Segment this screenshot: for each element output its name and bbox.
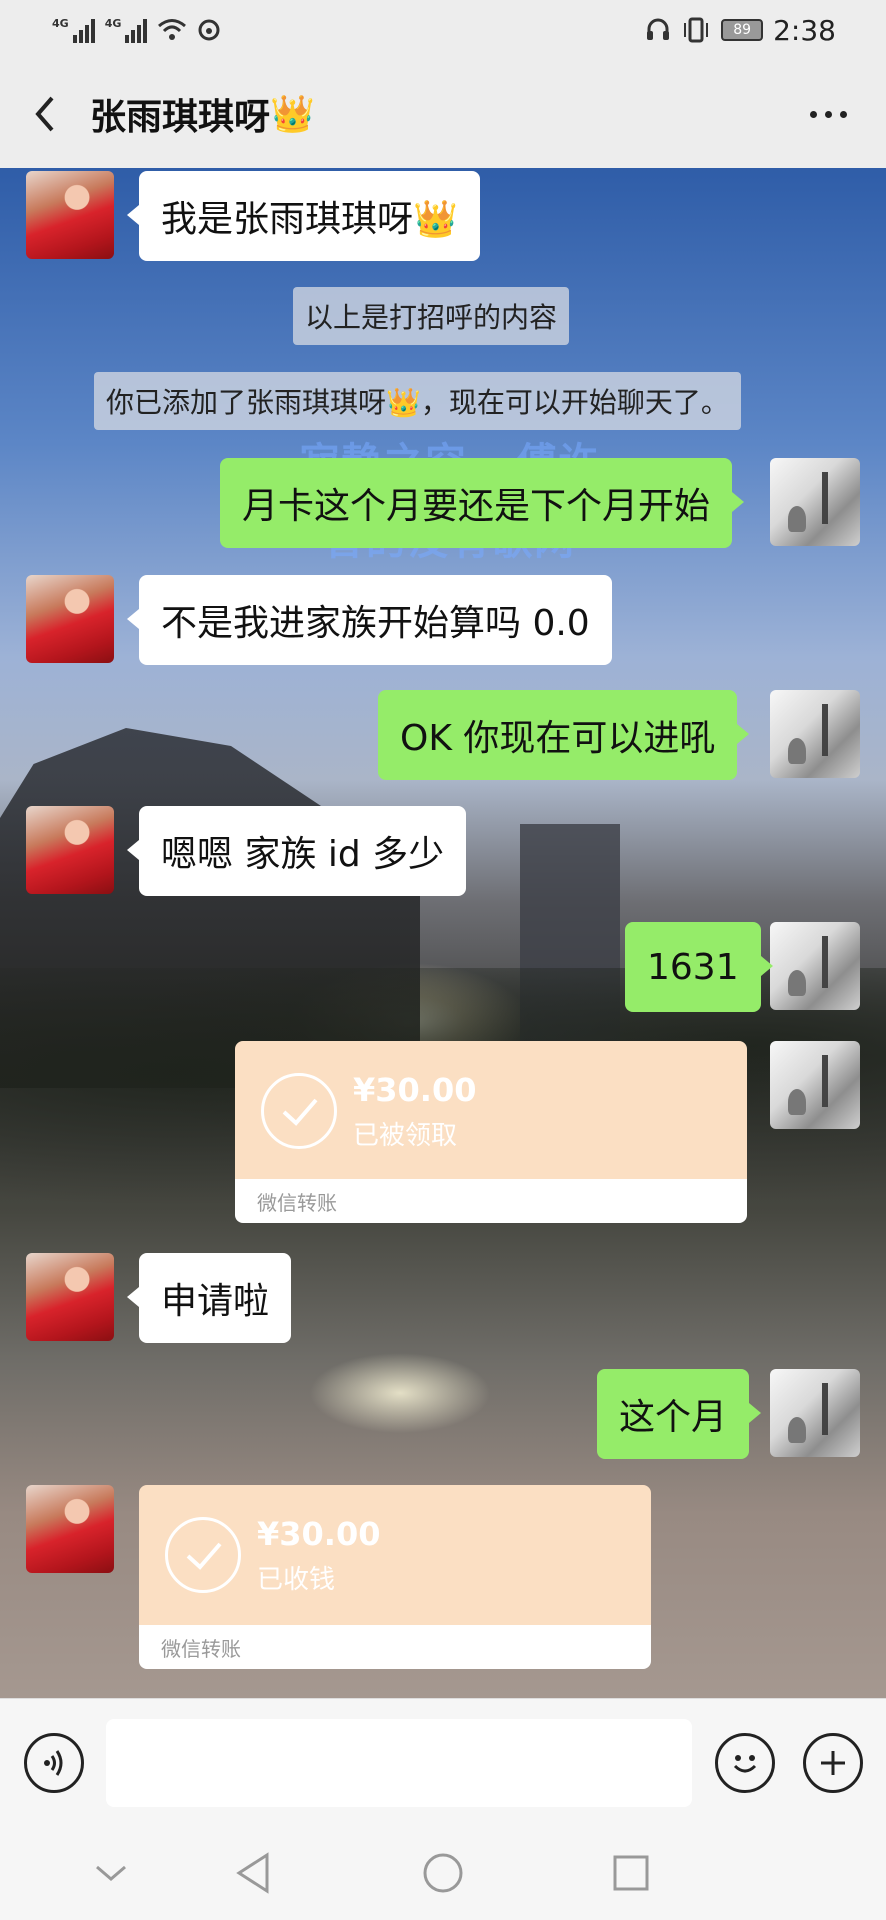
chat-title: 张雨琪琪呀 bbox=[90, 97, 271, 138]
dot-icon bbox=[839, 110, 847, 118]
nav-home-button[interactable] bbox=[418, 1848, 468, 1898]
voice-button[interactable] bbox=[24, 1733, 84, 1793]
my-avatar[interactable] bbox=[770, 458, 860, 546]
message-bubble-sent[interactable]: 月卡这个月要还是下个月开始 bbox=[220, 458, 745, 548]
contact-avatar[interactable] bbox=[26, 171, 114, 259]
voice-icon bbox=[44, 1750, 63, 1776]
my-avatar[interactable] bbox=[770, 1369, 860, 1457]
chevron-down-icon bbox=[96, 1865, 126, 1881]
message-input[interactable] bbox=[106, 1719, 692, 1807]
emoji-icon bbox=[733, 1755, 757, 1773]
transfer-amount: ¥30.00 bbox=[353, 1071, 477, 1109]
status-right: 89 2:38 bbox=[645, 14, 836, 47]
status-bar: 4G 4G 89 2:38 bbox=[0, 0, 886, 60]
message-bubble-received[interactable]: 我是张雨琪琪呀👑 bbox=[127, 171, 480, 261]
transfer-status: 已被领取 bbox=[353, 1121, 458, 1151]
sync-icon bbox=[198, 19, 220, 41]
system-nav-bar bbox=[0, 1826, 886, 1920]
chevron-left-icon bbox=[35, 96, 54, 132]
dot-icon bbox=[824, 110, 832, 118]
circle-home-icon bbox=[423, 1853, 463, 1893]
check-circle-icon bbox=[165, 1517, 241, 1593]
nav-back-button[interactable] bbox=[228, 1848, 278, 1898]
clock: 2:38 bbox=[773, 13, 836, 47]
chat-header: 张雨琪琪呀 👑 bbox=[0, 60, 886, 168]
transfer-card-received[interactable]: ¥30.00 已收钱 微信转账 bbox=[139, 1485, 651, 1669]
wifi-icon bbox=[158, 19, 187, 40]
crown-emoji: 👑 bbox=[270, 94, 315, 135]
transfer-status: 已收钱 bbox=[257, 1565, 336, 1595]
message-bubble-sent[interactable]: 这个月 bbox=[597, 1369, 762, 1459]
transfer-card-body: ¥30.00 已收钱 bbox=[139, 1485, 651, 1625]
cellular-signal-icon: 4G bbox=[52, 17, 95, 43]
message-bubble-received[interactable]: 不是我进家族开始算吗 0.0 bbox=[127, 575, 612, 665]
my-avatar[interactable] bbox=[770, 922, 860, 1010]
emoji-button[interactable] bbox=[715, 1733, 775, 1793]
vibrate-icon bbox=[684, 17, 709, 43]
system-message: 以上是打招呼的内容 bbox=[293, 287, 570, 345]
my-avatar[interactable] bbox=[770, 690, 860, 778]
system-message: 你已添加了张雨琪琪呀👑，现在可以开始聊天了。 bbox=[94, 372, 741, 430]
triangle-back-icon bbox=[236, 1852, 269, 1894]
square-recents-icon bbox=[613, 1855, 649, 1891]
message-bubble-received[interactable]: 申请啦 bbox=[126, 1253, 292, 1343]
message-list[interactable]: 我是张雨琪琪呀👑 以上是打招呼的内容 你已添加了张雨琪琪呀👑，现在可以开始聊天了… bbox=[0, 168, 886, 1698]
hide-keyboard-button[interactable] bbox=[86, 1848, 136, 1898]
my-avatar[interactable] bbox=[770, 1041, 860, 1129]
back-button[interactable] bbox=[0, 60, 90, 168]
transfer-footer: 微信转账 bbox=[235, 1179, 747, 1223]
transfer-footer: 微信转账 bbox=[139, 1625, 651, 1669]
battery-icon: 89 bbox=[721, 19, 764, 41]
transfer-card-body: ¥30.00 已被领取 bbox=[235, 1041, 747, 1179]
contact-avatar[interactable] bbox=[26, 575, 114, 663]
message-bubble-received[interactable]: 嗯嗯 家族 id 多少 bbox=[126, 806, 467, 896]
plus-icon bbox=[821, 1751, 845, 1775]
contact-avatar[interactable] bbox=[26, 1485, 114, 1573]
message-bubble-sent[interactable]: 1631 bbox=[625, 922, 773, 1012]
message-bubble-sent[interactable]: OK 你现在可以进吼 bbox=[378, 690, 750, 780]
more-options-button[interactable] bbox=[798, 90, 858, 138]
transfer-card-sent[interactable]: ¥30.00 已被领取 微信转账 bbox=[235, 1041, 747, 1223]
nav-recents-button[interactable] bbox=[606, 1848, 656, 1898]
cellular-signal-icon-2: 4G bbox=[105, 17, 148, 43]
contact-avatar[interactable] bbox=[26, 806, 114, 894]
headset-icon bbox=[647, 18, 670, 40]
check-circle-icon bbox=[261, 1073, 337, 1149]
input-bar bbox=[0, 1698, 886, 1826]
dot-icon bbox=[809, 110, 817, 118]
status-left: 4G 4G bbox=[52, 17, 221, 43]
more-functions-button[interactable] bbox=[803, 1733, 863, 1793]
transfer-amount: ¥30.00 bbox=[257, 1515, 381, 1553]
contact-avatar[interactable] bbox=[26, 1253, 114, 1341]
